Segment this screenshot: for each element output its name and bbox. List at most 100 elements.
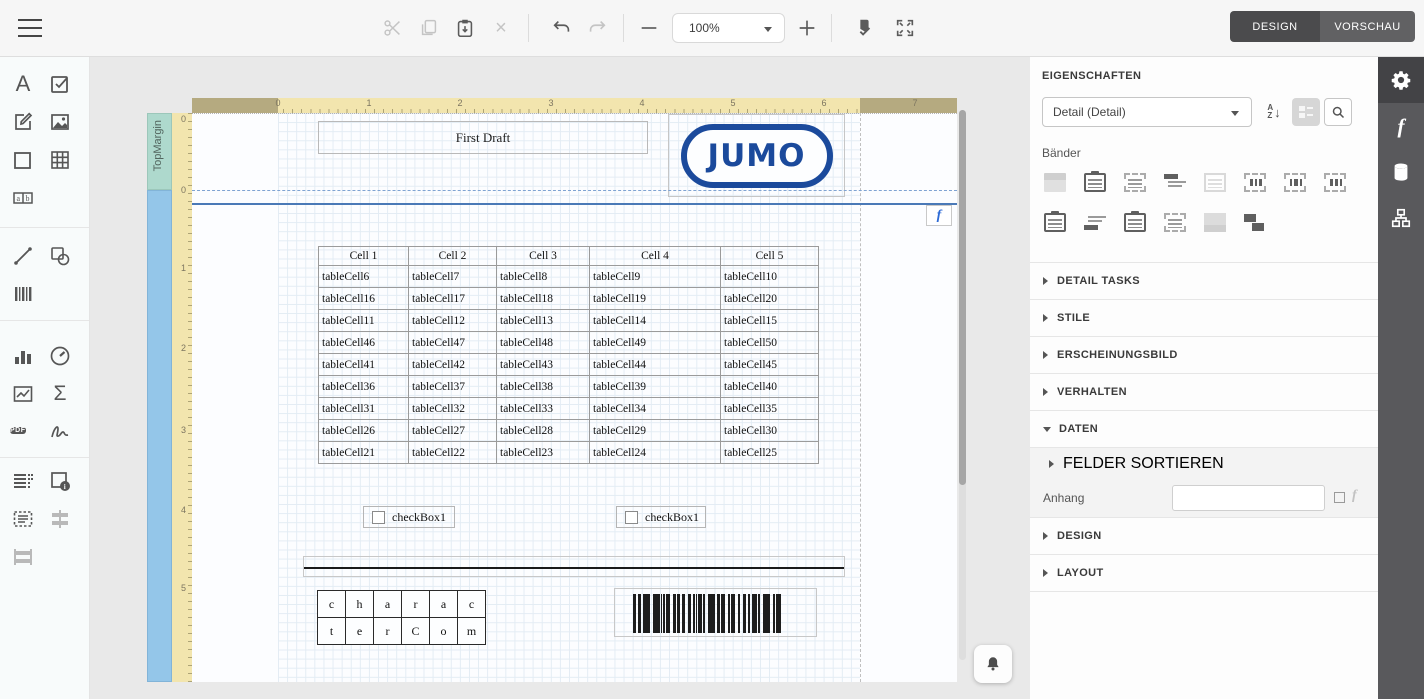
checkbox-element-1[interactable]: checkBox1 <box>363 506 455 528</box>
character-comb-tool-icon[interactable]: ab <box>10 185 36 211</box>
table-cell[interactable]: tableCell41 <box>319 354 409 376</box>
barcode-tool-icon[interactable] <box>10 281 36 307</box>
table-cell[interactable]: tableCell33 <box>497 398 590 420</box>
section-detail-tasks[interactable]: DETAIL TASKS <box>1030 263 1378 300</box>
table-header-cell[interactable]: Cell 3 <box>497 247 590 266</box>
table-header-cell[interactable]: Cell 2 <box>409 247 497 266</box>
section-erscheinungsbild[interactable]: ERSCHEINUNGSBILD <box>1030 337 1378 374</box>
cut-icon[interactable] <box>381 16 405 40</box>
hamburger-menu-icon[interactable] <box>18 19 42 39</box>
table-cell[interactable]: tableCell20 <box>721 288 819 310</box>
settings-panel-button[interactable] <box>1378 57 1424 103</box>
search-properties-button[interactable] <box>1324 98 1352 126</box>
zoom-out-icon[interactable] <box>637 16 661 40</box>
table-cell[interactable]: tableCell36 <box>319 376 409 398</box>
table-cell[interactable]: tableCell28 <box>497 420 590 442</box>
canvas-scrollbar[interactable] <box>959 110 966 660</box>
section-design[interactable]: DESIGN <box>1030 518 1378 555</box>
band-separator-line[interactable] <box>192 203 957 205</box>
chart-tool-icon[interactable] <box>10 343 36 369</box>
anhang-input[interactable] <box>1172 485 1325 511</box>
rectangle-tool-icon[interactable] <box>10 147 36 173</box>
section-layout[interactable]: LAYOUT <box>1030 555 1378 592</box>
table-cell[interactable]: tableCell47 <box>409 332 497 354</box>
table-cell[interactable]: tableCell45 <box>721 354 819 376</box>
group-header-band-icon[interactable] <box>1124 173 1146 192</box>
table-header-cell[interactable]: Cell 4 <box>590 247 721 266</box>
zoom-in-icon[interactable] <box>795 16 819 40</box>
horizontal-line-element[interactable] <box>303 556 845 577</box>
table-cell[interactable]: tableCell18 <box>497 288 590 310</box>
paste-icon[interactable] <box>453 16 477 40</box>
character-comb-element[interactable]: c h a r a c t e r C o m <box>318 591 486 645</box>
shape-tool-icon[interactable] <box>47 243 73 269</box>
image-tool-icon[interactable] <box>47 109 73 135</box>
table-cell[interactable]: tableCell35 <box>721 398 819 420</box>
sort-alphabetical-button[interactable]: AZ↓ <box>1260 98 1288 126</box>
table-cell[interactable]: tableCell6 <box>319 266 409 288</box>
page-header-band-icon[interactable] <box>1084 173 1106 192</box>
report-footer-band-icon[interactable] <box>1124 213 1146 232</box>
section-verhalten[interactable]: VERHALTEN <box>1030 374 1378 411</box>
table-cell[interactable]: tableCell19 <box>590 288 721 310</box>
pdf-tool-icon[interactable]: PDF <box>10 419 36 445</box>
table-cell[interactable]: tableCell10 <box>721 266 819 288</box>
table-cell[interactable]: tableCell8 <box>497 266 590 288</box>
formula-tool-icon[interactable]: Σ <box>47 381 73 407</box>
design-tab[interactable]: DESIGN <box>1230 11 1320 42</box>
undo-icon[interactable] <box>550 16 574 40</box>
sparkline-tool-icon[interactable] <box>10 381 36 407</box>
report-tree-panel-button[interactable] <box>1378 195 1424 241</box>
table-cell[interactable]: tableCell14 <box>590 310 721 332</box>
table-cell[interactable]: tableCell42 <box>409 354 497 376</box>
vertical-band-tool-icon[interactable] <box>47 506 73 532</box>
table-cell[interactable]: tableCell7 <box>409 266 497 288</box>
anhang-checkbox[interactable] <box>1334 492 1345 503</box>
table-cell[interactable]: tableCell44 <box>590 354 721 376</box>
function-icon[interactable]: f <box>1352 488 1357 504</box>
cross-band-tool-icon[interactable] <box>10 544 36 570</box>
text-tool-icon[interactable]: A <box>10 71 36 97</box>
redo-icon[interactable] <box>585 16 609 40</box>
table-cell[interactable]: tableCell13 <box>497 310 590 332</box>
report-band-icon[interactable] <box>1204 173 1226 192</box>
table-cell[interactable]: tableCell27 <box>409 420 497 442</box>
table-cell[interactable]: tableCell37 <box>409 376 497 398</box>
table-cell[interactable]: tableCell32 <box>409 398 497 420</box>
table-cell[interactable]: tableCell26 <box>319 420 409 442</box>
view-by-category-button[interactable] <box>1292 98 1320 126</box>
table-cell[interactable]: tableCell15 <box>721 310 819 332</box>
table-cell[interactable]: tableCell48 <box>497 332 590 354</box>
table-cell[interactable]: tableCell17 <box>409 288 497 310</box>
validate-icon[interactable] <box>852 16 876 40</box>
table-cell[interactable]: tableCell9 <box>590 266 721 288</box>
table-cell[interactable]: tableCell39 <box>590 376 721 398</box>
page-info-tool-icon[interactable]: i <box>47 468 73 494</box>
empty-band-icon[interactable] <box>1204 213 1226 232</box>
table-cell[interactable]: tableCell23 <box>497 442 590 464</box>
delete-icon[interactable]: × <box>489 16 513 40</box>
table-cell[interactable]: tableCell22 <box>409 442 497 464</box>
table-cell[interactable]: tableCell29 <box>590 420 721 442</box>
fullscreen-icon[interactable] <box>893 16 917 40</box>
table-cell[interactable]: tableCell38 <box>497 376 590 398</box>
element-selector-dropdown[interactable]: Detail (Detail) <box>1042 97 1252 127</box>
title-textbox[interactable]: First Draft <box>318 121 648 154</box>
band-tool-icon[interactable] <box>10 506 36 532</box>
rich-text-tool-icon[interactable] <box>10 109 36 135</box>
section-stile[interactable]: STILE <box>1030 300 1378 337</box>
table-cell[interactable]: tableCell30 <box>721 420 819 442</box>
signature-tool-icon[interactable] <box>47 419 73 445</box>
section-daten[interactable]: DATEN <box>1030 411 1378 448</box>
table-tool-icon[interactable] <box>47 147 73 173</box>
detail-band[interactable] <box>147 190 172 682</box>
page-footer-band-icon[interactable] <box>1044 213 1066 232</box>
table-cell[interactable]: tableCell46 <box>319 332 409 354</box>
table-cell[interactable]: tableCell50 <box>721 332 819 354</box>
table-header-cell[interactable]: Cell 5 <box>721 247 819 266</box>
checkbox-tool-icon[interactable] <box>47 71 73 97</box>
table-cell[interactable]: tableCell25 <box>721 442 819 464</box>
functions-panel-button[interactable]: f <box>1378 103 1424 149</box>
top-margin-band[interactable]: TopMargin <box>147 113 172 190</box>
plain-band-icon[interactable] <box>1044 173 1066 192</box>
